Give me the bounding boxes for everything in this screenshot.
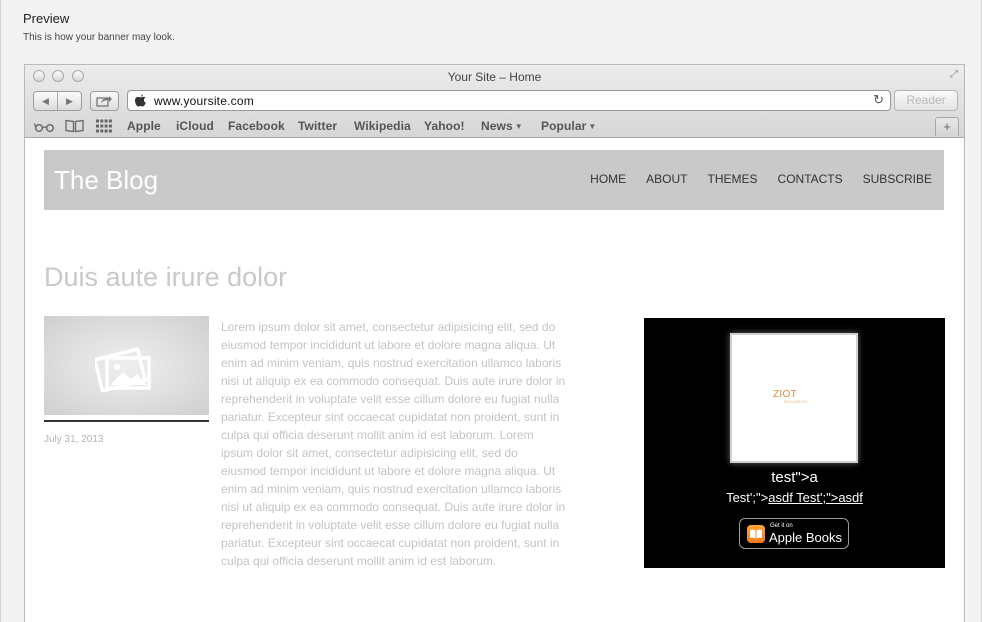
back-icon[interactable]: ◀	[34, 92, 58, 110]
apple-icon	[135, 94, 146, 107]
logo-subtext: SECURITY	[784, 399, 809, 404]
thumbnail-divider	[44, 420, 209, 422]
bookmark-twitter[interactable]: Twitter	[298, 119, 337, 133]
post-body: Lorem ipsum dolor sit amet, consectetur …	[221, 320, 566, 568]
nav-subscribe[interactable]: SUBSCRIBE	[863, 172, 932, 186]
nav-contacts[interactable]: CONTACTS	[778, 172, 843, 186]
top-sites-icon[interactable]	[96, 119, 112, 133]
nav-themes[interactable]: THEMES	[708, 172, 758, 186]
post-date: July 31, 2013	[44, 434, 104, 445]
chevron-down-icon: ▼	[514, 122, 523, 131]
site-title[interactable]: The Blog	[54, 165, 158, 196]
post-thumbnail[interactable]	[44, 316, 209, 415]
browser-window: Your Site – Home ⤢ ◀ ▶ www.yoursite.com …	[24, 64, 965, 622]
ziot-logo: ZIOT SECURITY	[773, 389, 808, 404]
reading-list-icon[interactable]	[34, 120, 55, 134]
ad-subline-text: Test';">	[726, 490, 769, 505]
bookmark-icloud[interactable]: iCloud	[176, 119, 214, 133]
browser-toolbar: Your Site – Home ⤢ ◀ ▶ www.yoursite.com …	[25, 65, 964, 138]
bookmark-facebook[interactable]: Facebook	[228, 119, 285, 133]
new-tab-icon[interactable]: +	[935, 117, 959, 136]
history-buttons: ◀ ▶	[33, 91, 82, 111]
bookmarks-bar: Apple iCloud Facebook Twitter Wikipedia …	[25, 116, 964, 136]
ad-link[interactable]: asdf Test';">asdf	[768, 490, 863, 505]
preview-subtitle: This is how your banner may look.	[23, 32, 175, 43]
site-header: The Blog HOME ABOUT THEMES CONTACTS SUBS…	[44, 150, 944, 210]
badge-small-text: Get it on	[770, 523, 793, 529]
share-button[interactable]	[90, 91, 119, 111]
post-title[interactable]: Duis aute irure dolor	[44, 262, 287, 293]
apple-books-badge[interactable]: Get it on Apple Books	[739, 518, 849, 549]
reload-icon[interactable]: ↻	[873, 92, 884, 108]
fullscreen-icon[interactable]: ⤢	[948, 69, 960, 81]
bookmark-yahoo[interactable]: Yahoo!	[424, 119, 465, 133]
bookmark-apple[interactable]: Apple	[127, 119, 161, 133]
preview-title: Preview	[23, 11, 70, 26]
reader-button[interactable]: Reader	[894, 90, 958, 111]
ad-headline: test">a	[771, 469, 818, 486]
badge-big-text: Apple Books	[769, 530, 842, 545]
bookmark-news-menu[interactable]: News ▼	[481, 119, 523, 133]
ad-subline: Test';">asdf Test';">asdf	[644, 490, 945, 505]
banner-ad[interactable]: ZIOT SECURITY test">a Test';">asdf Test'…	[644, 318, 945, 568]
url-text: www.yoursite.com	[154, 94, 254, 108]
apple-books-icon	[747, 525, 765, 543]
bookmark-popular-menu[interactable]: Popular ▼	[541, 119, 596, 133]
bookmark-popular-label: Popular	[541, 119, 587, 133]
forward-icon[interactable]: ▶	[58, 92, 81, 110]
book-cover: ZIOT SECURITY	[730, 333, 858, 463]
chevron-down-icon: ▼	[588, 122, 597, 131]
nav-home[interactable]: HOME	[590, 172, 626, 186]
window-title: Your Site – Home	[447, 70, 542, 84]
nav-about[interactable]: ABOUT	[646, 172, 687, 186]
address-bar[interactable]: www.yoursite.com ↻	[127, 90, 891, 111]
image-placeholder-icon	[95, 347, 151, 392]
bookmarks-icon[interactable]	[65, 119, 84, 133]
bookmark-news-label: News	[481, 119, 513, 133]
share-icon	[96, 96, 112, 107]
bookmark-wikipedia[interactable]: Wikipedia	[354, 119, 411, 133]
site-nav: HOME ABOUT THEMES CONTACTS SUBSCRIBE	[590, 172, 932, 186]
